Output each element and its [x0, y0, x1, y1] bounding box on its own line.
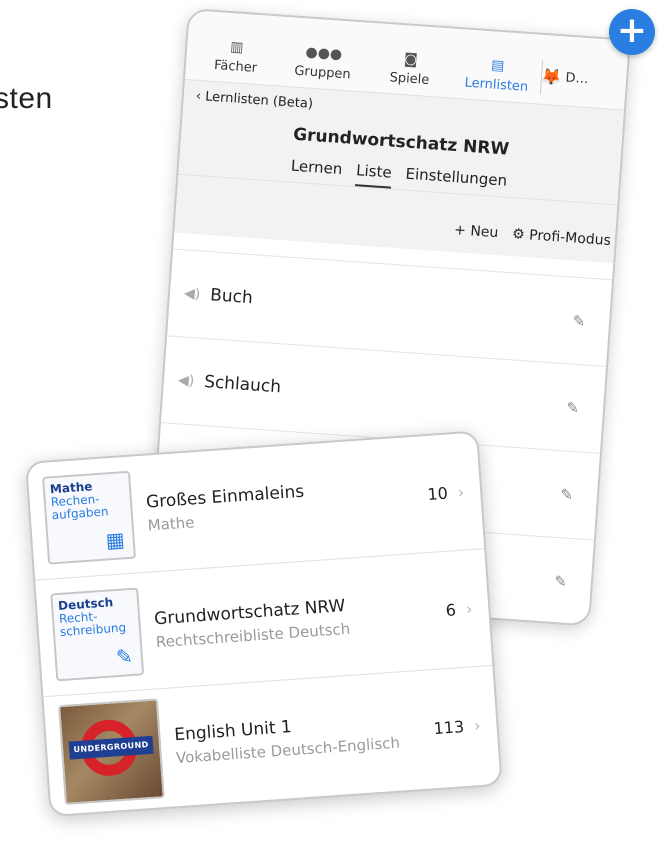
speaker-icon[interactable]: ◀︎) — [177, 372, 194, 389]
new-button-label: Neu — [469, 223, 499, 242]
list-icon: ▤ — [490, 57, 505, 75]
user-label: D… — [564, 70, 590, 88]
list-info: English Unit 1 Vokabelliste Deutsch-Engl… — [174, 708, 427, 768]
subject-tile: Deutsch Recht- schreibung ✎ — [50, 587, 145, 682]
tab-label: Lernlisten — [464, 75, 529, 95]
chevron-right-icon: › — [457, 481, 465, 502]
item-count: 6 — [445, 599, 457, 620]
group-icon: ●●● — [305, 44, 343, 63]
add-plus-button[interactable]: + — [609, 9, 655, 55]
item-count: 113 — [432, 717, 465, 739]
back-link-label: Lernlisten (Beta) — [204, 89, 314, 112]
tile-topic: Recht- schreibung — [58, 609, 127, 640]
edit-pencil-icon[interactable]: ✎ — [572, 312, 586, 331]
background-heading-fragment: sten — [0, 82, 53, 115]
tab-lernlisten[interactable]: ▤ Lernlisten — [452, 55, 542, 104]
gear-icon: ⚙ — [511, 226, 530, 244]
tab-label: Spiele — [389, 70, 430, 88]
word-text: Schlauch — [203, 372, 282, 398]
word-text: Buch — [209, 285, 254, 309]
fox-avatar-icon: 🦊 — [540, 66, 563, 88]
tab-spiele[interactable]: ◙ Spiele — [365, 49, 455, 98]
tile-topic: Rechen- aufgaben — [50, 491, 109, 523]
profi-mode-button[interactable]: ⚙ Profi-Modus — [512, 226, 612, 249]
list-info: Großes Einmaleins Mathe — [145, 473, 421, 535]
segment-lernen[interactable]: Lernen — [290, 157, 343, 186]
new-button[interactable]: + Neu — [454, 222, 499, 241]
plus-icon: + — [453, 222, 471, 240]
speaker-icon[interactable]: ◀︎) — [184, 285, 201, 302]
edit-pencil-icon[interactable]: ✎ — [554, 572, 568, 591]
tab-label: Fächer — [213, 57, 258, 76]
gamepad-icon: ◙ — [403, 51, 419, 69]
plus-icon: + — [616, 10, 648, 51]
user-menu[interactable]: 🦊 D… — [540, 67, 621, 109]
chevron-right-icon: › — [473, 715, 482, 736]
edit-pencil-icon[interactable]: ✎ — [560, 485, 574, 504]
books-icon: ▥ — [229, 39, 245, 56]
chevron-right-icon: › — [465, 598, 473, 619]
underground-photo: UNDERGROUND — [58, 697, 165, 805]
tab-label: Gruppen — [293, 63, 352, 83]
edit-pencil-icon[interactable]: ✎ — [566, 398, 580, 417]
pencil-icon: ✎ — [115, 643, 134, 670]
tab-gruppen[interactable]: ●●● Gruppen — [278, 43, 368, 92]
subject-tile: Mathe Rechen- aufgaben ▦ — [42, 470, 137, 565]
tab-faecher[interactable]: ▥ Fächer — [191, 36, 281, 85]
list-info: Grundwortschatz NRW Rechtschreibliste De… — [154, 589, 440, 651]
learning-lists-card: Mathe Rechen- aufgaben ▦ Großes Einmalei… — [25, 430, 503, 818]
calculator-icon: ▦ — [104, 527, 126, 553]
profi-mode-label: Profi-Modus — [528, 227, 612, 250]
item-count: 10 — [426, 483, 449, 504]
segment-liste[interactable]: Liste — [355, 161, 393, 189]
